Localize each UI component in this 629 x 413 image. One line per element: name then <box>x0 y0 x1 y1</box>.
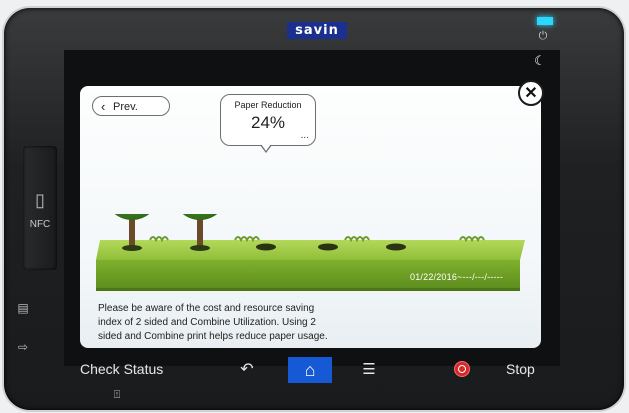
check-status-button[interactable]: Check Status <box>80 361 163 377</box>
tree-canopy <box>182 214 218 220</box>
grass-tuft <box>344 236 370 243</box>
status-led <box>537 17 553 25</box>
paper-reduction-bubble: Paper Reduction 24% ... <box>220 94 316 146</box>
back-arrow-icon[interactable]: ↶ <box>236 360 258 380</box>
menu-icon[interactable]: ☰ <box>358 360 380 380</box>
tree-field-illustration <box>96 214 525 291</box>
empty-tree-slot <box>318 243 338 251</box>
energy-saver-moon-icon[interactable]: ☾ <box>530 54 550 68</box>
close-icon: ✕ <box>524 85 538 102</box>
home-icon: ⌂ <box>304 360 316 380</box>
close-button[interactable]: ✕ <box>518 80 544 106</box>
field-edge <box>96 288 520 291</box>
eco-message: Please be aware of the cost and resource… <box>98 303 328 342</box>
tree-base <box>190 245 210 251</box>
empty-tree-slot <box>386 243 406 251</box>
data-in-icon[interactable]: ⇨ <box>14 338 32 356</box>
bubble-more: ... <box>300 130 309 141</box>
grass-tuft <box>149 236 169 243</box>
chevron-left-icon: ‹ <box>101 99 106 114</box>
tree-base <box>122 245 142 251</box>
brand-logo: savin <box>287 22 347 39</box>
eco-info-panel: ‹ Prev. Paper Reduction 24% ... 01/22/20… <box>80 86 541 348</box>
nfc-phone-icon: ▯ <box>35 190 45 210</box>
prev-button[interactable]: ‹ Prev. <box>92 96 170 116</box>
bubble-tail <box>260 144 272 153</box>
field-surface <box>96 240 525 260</box>
power-icon[interactable]: ⏻ <box>536 29 550 43</box>
empty-tree-slot <box>256 243 276 251</box>
print-jobs-icon[interactable]: ▤ <box>14 299 32 317</box>
prev-label: Prev. <box>113 101 138 113</box>
data-out-icon[interactable]: ⍐ <box>110 388 124 402</box>
date-range: 01/22/2016~---/---/----- <box>410 272 504 282</box>
home-button[interactable]: ⌂ <box>288 357 332 383</box>
tree-canopy <box>114 214 150 220</box>
grass-tuft <box>234 236 260 243</box>
nfc-label: NFC <box>29 219 51 230</box>
stop-icon[interactable] <box>454 361 470 377</box>
grass-tuft <box>459 236 485 243</box>
taskbar: Check Status ↶ ⌂ ☰ Stop <box>64 355 560 385</box>
bubble-title: Paper Reduction <box>234 100 302 110</box>
stop-button[interactable]: Stop <box>506 361 535 377</box>
